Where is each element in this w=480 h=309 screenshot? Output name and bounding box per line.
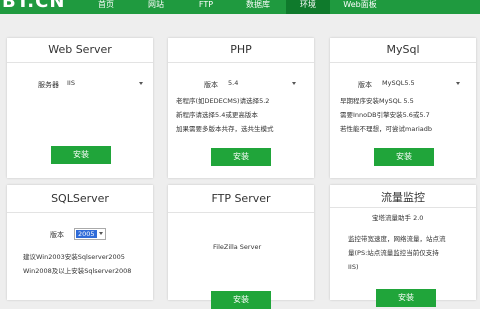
panel-title: PHP bbox=[230, 43, 252, 56]
traffic-monitor-panel: 流量监控 宝塔流量助手 2.0 监控带宽速度，网络流量，站点流 量(PS:站点流… bbox=[330, 185, 476, 307]
panel-divider bbox=[168, 212, 314, 213]
sqlserver-note-1: 建议Win2003安装Sqlserver2005 bbox=[23, 253, 125, 261]
chevron-down-icon bbox=[292, 82, 296, 85]
chevron-down-icon bbox=[99, 232, 103, 235]
ftp-software-name: FileZilla Server bbox=[213, 243, 262, 251]
nav-item-web-panel[interactable]: Web面板 bbox=[334, 0, 386, 14]
sqlserver-panel: SQLServer 版本 2005 建议Win2003安装Sqlserver20… bbox=[7, 185, 153, 300]
panel-divider bbox=[7, 62, 153, 63]
mysql-version-value: MySQL5.5 bbox=[382, 79, 415, 87]
mysql-note-1: 早期程序安装MySQL 5.5 bbox=[340, 97, 414, 105]
panel-divider bbox=[7, 212, 153, 213]
install-button[interactable]: 安装 bbox=[376, 289, 436, 307]
install-button[interactable]: 安装 bbox=[374, 148, 434, 166]
panel-divider bbox=[330, 62, 476, 63]
traffic-note-2: 量(PS:站点流量监控当前仅支持 bbox=[348, 249, 439, 257]
traffic-note-3: IIS) bbox=[348, 263, 359, 271]
mysql-note-3: 若性能不理想，可尝试mariadb bbox=[340, 125, 433, 133]
nav-item-database[interactable]: 数据库 bbox=[236, 0, 280, 14]
php-version-select[interactable]: 5.4 bbox=[228, 78, 298, 89]
mysql-version-select[interactable]: MySQL5.5 bbox=[382, 78, 462, 89]
server-select-value: IIS bbox=[67, 79, 75, 87]
server-select[interactable]: IIS bbox=[67, 78, 145, 89]
panel-divider bbox=[168, 62, 314, 63]
install-button[interactable]: 安装 bbox=[211, 148, 271, 166]
php-panel: PHP 版本 5.4 老程序(如DEDECMS)请选择5.2 新程序请选择5.4… bbox=[168, 38, 314, 178]
logo: BT.CN bbox=[2, 0, 66, 12]
version-label: 版本 bbox=[50, 231, 64, 239]
nav-item-home[interactable]: 首页 bbox=[88, 0, 124, 14]
top-nav-bar: BT.CN 首页 网站 FTP 数据库 环境 Web面板 bbox=[0, 0, 480, 14]
sqlserver-version-value: 2005 bbox=[76, 230, 97, 238]
install-button[interactable]: 安装 bbox=[211, 291, 271, 309]
php-note-2: 新程序请选择5.4或更高版本 bbox=[176, 111, 258, 119]
php-note-3: 加果需要多版本共存，选共生模式 bbox=[176, 125, 274, 133]
chevron-down-icon bbox=[456, 82, 460, 85]
panel-title: MySql bbox=[386, 43, 420, 56]
server-label: 服务器 bbox=[38, 81, 59, 89]
nav-item-ftp[interactable]: FTP bbox=[188, 0, 224, 14]
chevron-down-icon bbox=[139, 82, 143, 85]
mysql-panel: MySql 版本 MySQL5.5 早期程序安装MySQL 5.5 需要Inno… bbox=[330, 38, 476, 178]
version-label: 版本 bbox=[204, 81, 218, 89]
sqlserver-note-2: Win2008及以上安装Sqlserver2008 bbox=[23, 267, 132, 275]
panel-title: 流量监控 bbox=[381, 191, 425, 204]
php-note-1: 老程序(如DEDECMS)请选择5.2 bbox=[176, 97, 270, 105]
version-label: 版本 bbox=[358, 81, 372, 89]
web-server-panel: Web Server 服务器 IIS 安装 bbox=[7, 38, 153, 178]
install-button[interactable]: 安装 bbox=[51, 146, 111, 164]
panel-divider bbox=[330, 207, 476, 208]
panel-title: Web Server bbox=[48, 43, 112, 56]
traffic-subtitle: 宝塔流量助手 2.0 bbox=[372, 214, 424, 222]
traffic-note-1: 监控带宽速度，网络流量，站点流 bbox=[348, 235, 446, 243]
nav-item-websites[interactable]: 网站 bbox=[138, 0, 174, 14]
mysql-note-2: 需要InnoDB引擎安装5.6或5.7 bbox=[340, 111, 430, 119]
panel-title: FTP Server bbox=[211, 192, 271, 205]
php-version-value: 5.4 bbox=[228, 79, 239, 87]
nav-item-environment[interactable]: 环境 bbox=[286, 0, 330, 14]
ftp-server-panel: FTP Server FileZilla Server 安装 bbox=[168, 185, 314, 309]
sqlserver-version-select[interactable]: 2005 bbox=[74, 228, 106, 240]
panel-title: SQLServer bbox=[51, 192, 109, 205]
